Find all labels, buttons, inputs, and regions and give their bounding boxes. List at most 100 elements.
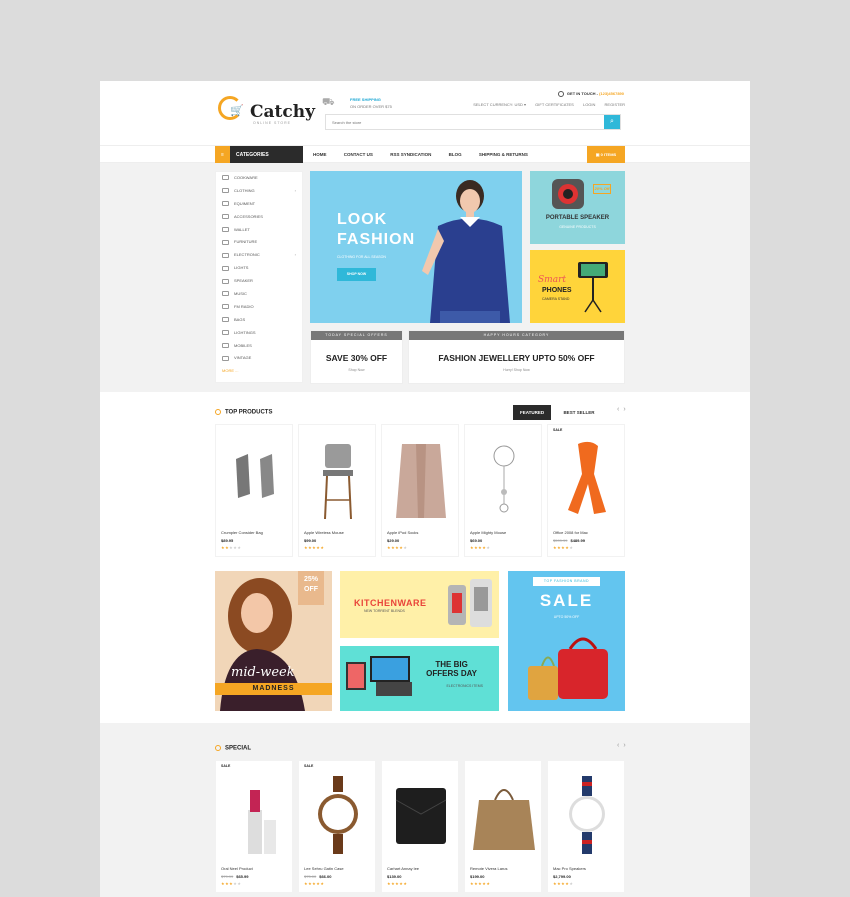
tab-featured[interactable]: FEATURED: [513, 405, 552, 420]
product-name[interactable]: Oral Neel Product: [221, 866, 253, 871]
product-card[interactable]: SALE Office 2008 for Mac $599.99 $489.99 ★★★…: [547, 424, 625, 557]
product-image[interactable]: [465, 770, 543, 860]
category-sidebar: COOKWARE CLOTHING › EQUIMENT ACCESSORIES WALL…: [215, 171, 303, 383]
product-name[interactable]: Mac Pro Speakers: [553, 866, 586, 871]
banner-midweek-madness[interactable]: 25% OFF mid-week MADNESS: [215, 571, 332, 711]
product-image[interactable]: [216, 770, 294, 860]
sidebar-item-bags[interactable]: BAGS: [216, 314, 302, 327]
product-name[interactable]: Apple Wireless Mouse: [304, 530, 344, 535]
special-title: SPECIAL: [225, 745, 252, 752]
product-card[interactable]: Remote Vivera Larus $199.00 ★★★★★: [464, 760, 542, 893]
product-name[interactable]: Apple iPod Socks: [387, 530, 418, 535]
contact-number[interactable]: (123)4567890: [599, 91, 624, 96]
search-input[interactable]: [326, 115, 596, 129]
product-image[interactable]: [382, 770, 460, 860]
product-price-row: $29.00: [387, 538, 399, 543]
sidebar-item-label: LIGHTINGS: [234, 329, 256, 335]
product-image[interactable]: [299, 434, 377, 524]
rating-stars-icon: ★★★★★: [470, 881, 491, 886]
category-icon: [222, 304, 229, 310]
product-name[interactable]: Office 2008 for Mac: [553, 530, 588, 535]
sidebar-item-label: FM RADIO: [234, 303, 254, 309]
product-name[interactable]: Remote Vivera Larus: [470, 866, 508, 871]
sidebar-item-lightings[interactable]: LIGHTINGS: [216, 327, 302, 340]
login-link[interactable]: LOGIN: [583, 102, 595, 107]
prev-arrow-icon[interactable]: ‹: [617, 742, 619, 749]
category-icon: [222, 265, 229, 271]
banner-big-offers[interactable]: THE BIG OFFERS DAY ELECTRONICS ITEMS: [340, 646, 499, 711]
old-price: $79.99: [221, 874, 234, 879]
midweek-script: mid-week: [231, 665, 295, 680]
sidebar-item-mobiles[interactable]: MOBILES: [216, 340, 302, 353]
sidebar-item-music[interactable]: MUSIC: [216, 288, 302, 301]
offer-fashion-jewellery[interactable]: HAPPY HOURS CATEGORY FASHION JEWELLERY U…: [408, 330, 625, 384]
nav-blog[interactable]: BLOG: [449, 146, 462, 164]
offer-link[interactable]: Shop Now: [311, 368, 402, 372]
rating-stars-icon: ★★★★★: [553, 545, 574, 550]
sidebar-item-clothing[interactable]: CLOTHING ›: [216, 185, 302, 198]
product-price-row: $2,799.00: [553, 874, 571, 879]
sidebar-item-wallet[interactable]: WALLET: [216, 224, 302, 237]
product-image[interactable]: [465, 434, 543, 524]
nav-home[interactable]: HOME: [313, 146, 327, 164]
sidebar-item-fm-radio[interactable]: FM RADIO: [216, 301, 302, 314]
offer-link[interactable]: Hurry! Shop Now: [409, 368, 624, 372]
sidebar-item-speaker[interactable]: SPEAKER: [216, 275, 302, 288]
sidebar-more-link[interactable]: MORE ...: [216, 365, 302, 378]
product-card[interactable]: Carhart Annay lee $139.00 ★★★★★: [381, 760, 459, 893]
product-price: $66.00: [319, 874, 332, 879]
gift-certificates-link[interactable]: GIFT CERTIFICATES: [535, 102, 574, 107]
offer-bar: TODAY SPECIAL OFFERS: [311, 331, 402, 340]
product-name[interactable]: Crumpler Consider Bag: [221, 530, 263, 535]
hero-shop-now-button[interactable]: SHOP NOW: [337, 268, 376, 281]
product-image[interactable]: [216, 434, 294, 524]
product-image[interactable]: [382, 434, 460, 524]
product-name[interactable]: Carhart Annay lee: [387, 866, 419, 871]
search-button[interactable]: ⌕: [604, 115, 620, 129]
hero-banner[interactable]: LOOK FASHION CLOTHING FOR ALL SEASON SHO…: [310, 171, 522, 323]
contact-label: GET IN TOUCH -: [566, 91, 600, 97]
nav-shipping-returns[interactable]: SHIPPING & RETURNS: [479, 146, 528, 164]
sidebar-item-label: MUSIC: [234, 291, 247, 297]
banner-kitchenware[interactable]: KITCHENWARE NEW TORRENT BLENDS: [340, 571, 499, 638]
currency-select[interactable]: SELECT CURRENCY: USD ▾: [473, 102, 526, 107]
product-card[interactable]: SALE Lee Sehru Gatin Case $75.00 $66.00 ★★★★…: [298, 760, 376, 893]
product-card[interactable]: Apple iPod Socks $29.00 ★★★★★: [381, 424, 459, 557]
product-card[interactable]: Mac Pro Speakers $2,799.00 ★★★★★: [547, 760, 625, 893]
nav-rss-syndication[interactable]: RSS SYNDICATION: [390, 146, 431, 164]
next-arrow-icon[interactable]: ›: [623, 406, 625, 413]
prev-arrow-icon[interactable]: ‹: [617, 406, 619, 413]
handbags-image: [528, 637, 608, 700]
tab-best-seller[interactable]: BEST SELLER: [556, 405, 601, 420]
offer-save-30[interactable]: TODAY SPECIAL OFFERS SAVE 30% OFF Shop N…: [310, 330, 403, 384]
product-card[interactable]: Crumpler Consider Bag $89.95 ★★★★★: [215, 424, 293, 557]
sidebar-item-vintage[interactable]: VINTAGE: [216, 352, 302, 365]
nav-contact-us[interactable]: CONTACT US: [344, 146, 373, 164]
sidebar-item-lights[interactable]: LIGHTS: [216, 262, 302, 275]
product-name[interactable]: Apple Mighty Mouse: [470, 530, 506, 535]
sidebar-item-equiment[interactable]: EQUIMENT: [216, 198, 302, 211]
sidebar-item-accessories[interactable]: ACCESSORIES: [216, 211, 302, 224]
categories-button[interactable]: ≡ CATEGORIES: [215, 146, 303, 164]
promo-portable-speaker[interactable]: 20% Off PORTABLE SPEAKER GENUINE PRODUCT…: [530, 171, 625, 244]
sidebar-item-furniture[interactable]: FURNITURE: [216, 236, 302, 249]
product-image[interactable]: [548, 434, 626, 524]
sidebar-item-cookware[interactable]: COOKWARE: [216, 172, 302, 185]
promo-smart-phones[interactable]: Smart PHONES CAMERA STAND: [530, 250, 625, 323]
next-arrow-icon[interactable]: ›: [623, 742, 625, 749]
shipping-title: FREE SHIPPING: [350, 97, 381, 102]
product-card[interactable]: Apple Wireless Mouse $99.00 ★★★★★: [298, 424, 376, 557]
cart-button[interactable]: ▣ 0 ITEMS: [587, 146, 625, 164]
register-link[interactable]: REGISTER: [605, 102, 625, 107]
top-products-title: TOP PRODUCTS: [225, 409, 273, 416]
category-icon: [222, 291, 229, 297]
product-image[interactable]: [548, 770, 626, 860]
product-card[interactable]: Apple Mighty Mouse $69.00 ★★★★★: [464, 424, 542, 557]
sidebar-item-electronic[interactable]: ELECTRONIC ›: [216, 249, 302, 262]
product-card[interactable]: SALE Oral Neel Product $79.99 $65.99 ★★★★★: [215, 760, 293, 893]
product-image[interactable]: [299, 770, 377, 860]
banner-sale[interactable]: TOP FASHION BRAND SALE UPTO 50% OFF: [508, 571, 625, 711]
phones-title: PHONES: [542, 287, 572, 294]
product-name[interactable]: Lee Sehru Gatin Case: [304, 866, 344, 871]
product-price: $89.95: [221, 538, 234, 543]
